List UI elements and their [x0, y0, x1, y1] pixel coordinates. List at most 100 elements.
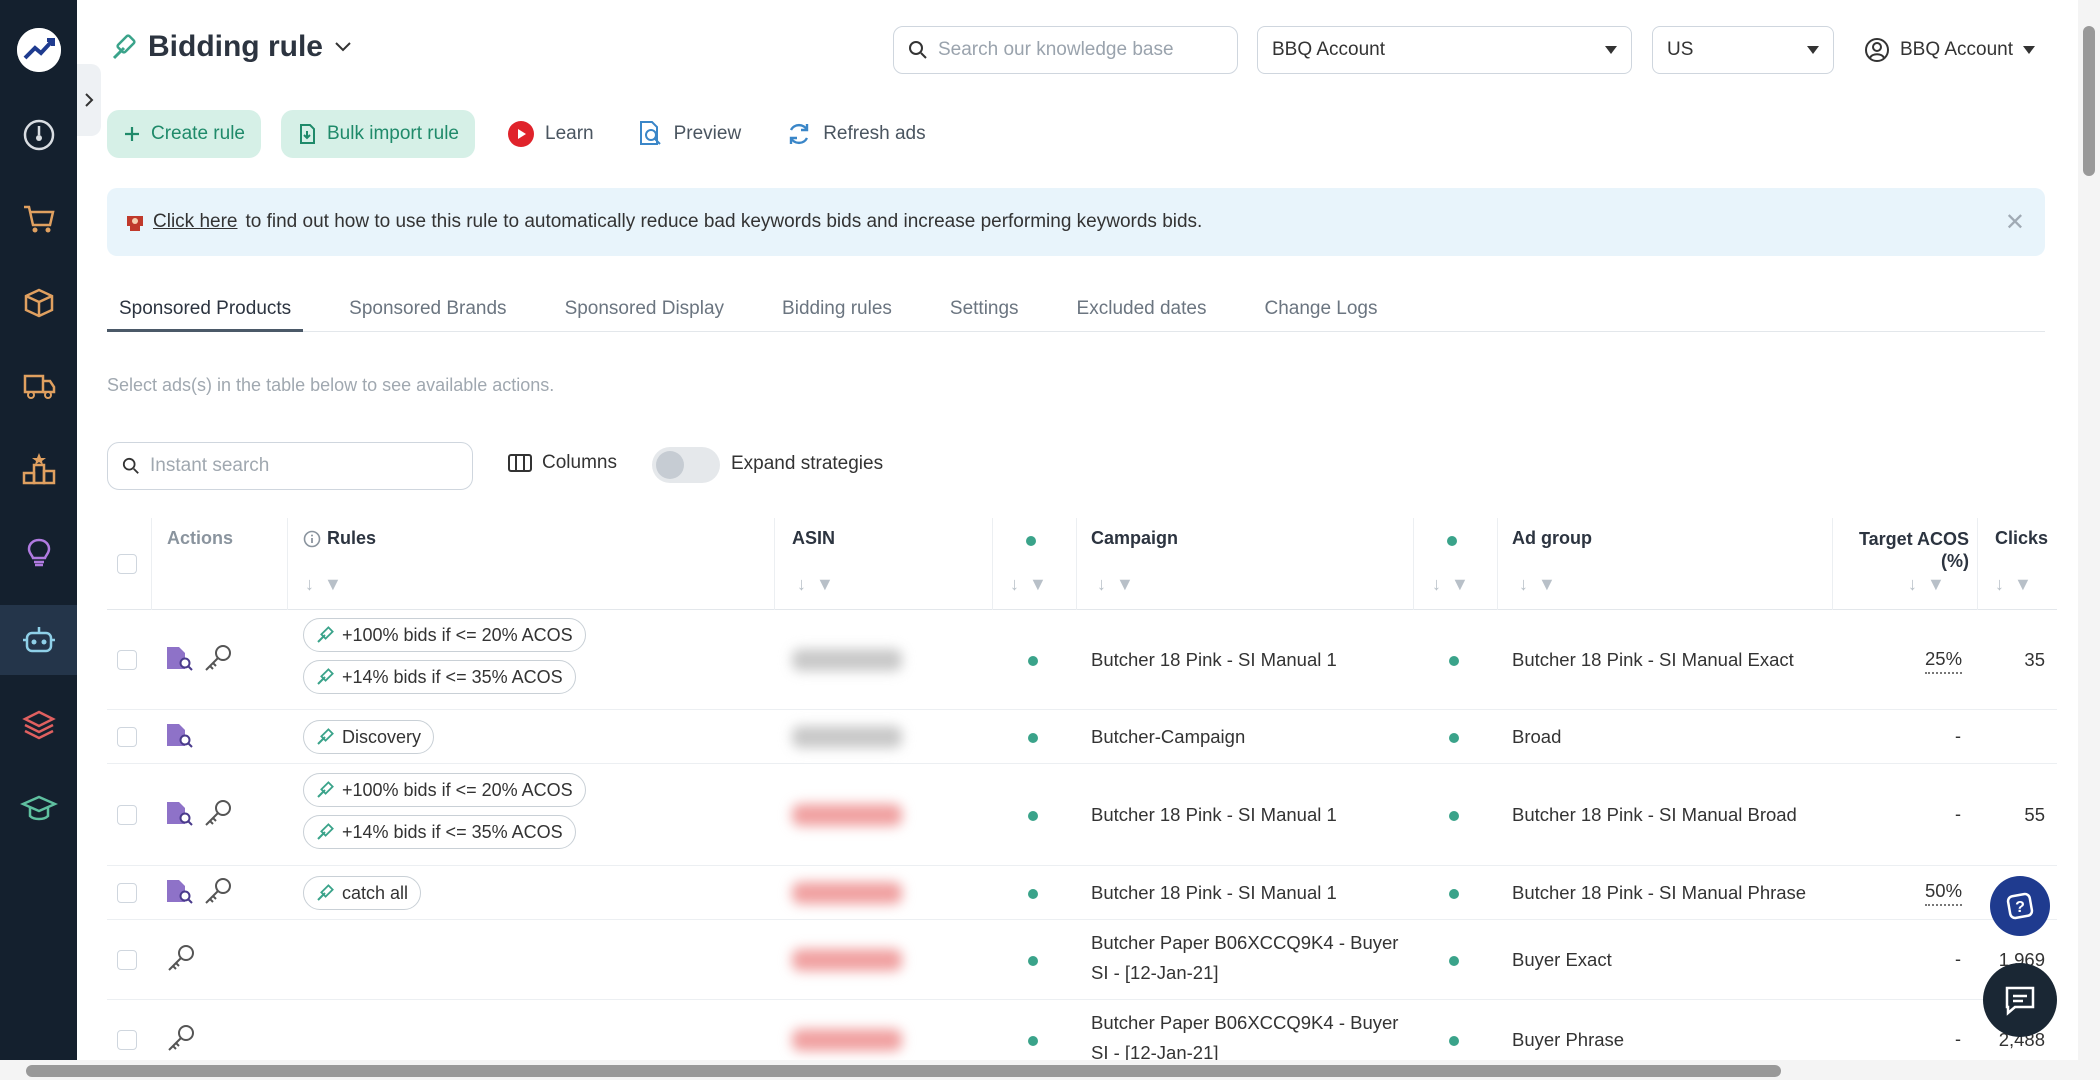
- row-checkbox[interactable]: [117, 727, 137, 747]
- campaign-name-line1[interactable]: Butcher Paper B06XCCQ9K4 - Buyer: [1091, 932, 1398, 954]
- target-acos-value[interactable]: 50%: [1925, 880, 1963, 906]
- sort-icon[interactable]: ↓: [1432, 574, 1441, 595]
- table-row[interactable]: +100% bids if <= 20% ACOS +14% bids if <…: [107, 610, 2057, 710]
- acos-sort-filter[interactable]: ↓ ▼: [1908, 574, 1945, 595]
- rule-pill[interactable]: Discovery: [303, 720, 435, 754]
- target-acos-value[interactable]: 25%: [1925, 648, 1963, 674]
- banner-link[interactable]: Click here: [153, 211, 237, 233]
- preview-button[interactable]: Preview: [626, 110, 754, 158]
- search-doc-icon[interactable]: [165, 800, 195, 828]
- cart-icon[interactable]: [0, 183, 77, 253]
- create-rule-button[interactable]: Create rule: [107, 110, 261, 158]
- layers-icon[interactable]: [0, 690, 77, 760]
- refresh-ads-button[interactable]: Refresh ads: [773, 110, 937, 158]
- help-button[interactable]: ?: [1990, 876, 2050, 936]
- truck-icon[interactable]: [0, 350, 77, 420]
- campaign-name[interactable]: Butcher 18 Pink - SI Manual 1: [1091, 649, 1337, 671]
- instant-search-input[interactable]: Instant search: [107, 442, 473, 490]
- rules-sort-filter[interactable]: ↓ ▼: [305, 574, 342, 595]
- ad-group-name[interactable]: Butcher 18 Pink - SI Manual Exact: [1512, 649, 1794, 671]
- tab-settings[interactable]: Settings: [938, 290, 1031, 332]
- ad-group-name[interactable]: Butcher 18 Pink - SI Manual Phrase: [1512, 882, 1806, 904]
- ad-group-name[interactable]: Broad: [1512, 726, 1561, 748]
- sort-icon[interactable]: ↓: [1010, 574, 1019, 595]
- rule-pill[interactable]: +14% bids if <= 35% ACOS: [303, 815, 576, 849]
- sort-icon[interactable]: ↓: [1995, 574, 2004, 595]
- header-campaign[interactable]: Campaign: [1091, 528, 1178, 549]
- key-icon[interactable]: [165, 942, 197, 974]
- adgroup-sort-filter[interactable]: ↓ ▼: [1519, 574, 1556, 595]
- key-icon[interactable]: [202, 797, 234, 829]
- rule-pill[interactable]: +14% bids if <= 35% ACOS: [303, 660, 576, 694]
- learn-button[interactable]: Learn: [495, 110, 606, 158]
- tab-bidding-rules[interactable]: Bidding rules: [770, 290, 904, 332]
- horizontal-scrollbar[interactable]: [0, 1060, 2100, 1080]
- header-ad-group[interactable]: Ad group: [1512, 528, 1592, 549]
- filter-icon[interactable]: ▼: [2014, 574, 2032, 595]
- clicks-sort-filter[interactable]: ↓ ▼: [1995, 574, 2032, 595]
- asin-sort-filter[interactable]: ↓ ▼: [797, 574, 834, 595]
- target-acos-value[interactable]: -: [1955, 726, 1961, 747]
- sort-icon[interactable]: ↓: [1908, 574, 1917, 595]
- header-clicks[interactable]: Clicks: [1995, 528, 2048, 549]
- campaign-name[interactable]: Butcher 18 Pink - SI Manual 1: [1091, 804, 1337, 826]
- table-row[interactable]: catch all Butcher 18 Pink - SI Manual 1 …: [107, 866, 2057, 920]
- bulk-import-rule-button[interactable]: Bulk import rule: [281, 110, 475, 158]
- table-row[interactable]: Discovery Butcher-Campaign Broad -: [107, 710, 2057, 764]
- header-asin[interactable]: ASIN: [792, 528, 835, 549]
- table-row[interactable]: +100% bids if <= 20% ACOS +14% bids if <…: [107, 764, 2057, 866]
- filter-icon[interactable]: ▼: [1029, 574, 1047, 595]
- page-title[interactable]: Bidding rule: [108, 30, 353, 64]
- filter-icon[interactable]: ▼: [1451, 574, 1469, 595]
- table-row[interactable]: Butcher Paper B06XCCQ9K4 - Buyer SI - [1…: [107, 920, 2057, 1000]
- filter-icon[interactable]: ▼: [1538, 574, 1556, 595]
- expand-strategies-toggle[interactable]: [652, 447, 720, 483]
- tab-sponsored-products[interactable]: Sponsored Products: [107, 290, 304, 332]
- status-sort-filter[interactable]: ↓ ▼: [1010, 574, 1047, 595]
- row-checkbox[interactable]: [117, 950, 137, 970]
- key-icon[interactable]: [202, 642, 234, 674]
- sidebar-toggle[interactable]: [77, 64, 101, 136]
- chat-button[interactable]: [1983, 963, 2057, 1037]
- dashboard-icon[interactable]: [0, 100, 77, 170]
- filter-icon[interactable]: ▼: [1927, 574, 1945, 595]
- key-icon[interactable]: [165, 1022, 197, 1054]
- user-account-menu[interactable]: BBQ Account: [1864, 26, 2036, 74]
- lightbulb-icon[interactable]: [0, 516, 77, 586]
- campaign-name[interactable]: Butcher 18 Pink - SI Manual 1: [1091, 882, 1337, 904]
- sort-icon[interactable]: ↓: [305, 574, 314, 595]
- app-logo[interactable]: [17, 28, 61, 72]
- rule-pill[interactable]: +100% bids if <= 20% ACOS: [303, 773, 586, 807]
- sort-icon[interactable]: ↓: [1097, 574, 1106, 595]
- target-acos-value[interactable]: -: [1955, 1029, 1961, 1050]
- campaign-sort-filter[interactable]: ↓ ▼: [1097, 574, 1134, 595]
- search-doc-icon[interactable]: [165, 645, 195, 673]
- row-checkbox[interactable]: [117, 1030, 137, 1050]
- search-doc-icon[interactable]: [165, 878, 195, 906]
- knowledge-base-search[interactable]: Search our knowledge base: [893, 26, 1238, 74]
- adgroup-status-sort-filter[interactable]: ↓ ▼: [1432, 574, 1469, 595]
- ad-group-name[interactable]: Buyer Phrase: [1512, 1029, 1624, 1051]
- row-checkbox[interactable]: [117, 805, 137, 825]
- sort-icon[interactable]: ↓: [797, 574, 806, 595]
- campaign-name[interactable]: Butcher-Campaign: [1091, 726, 1245, 748]
- scrollbar-thumb[interactable]: [2083, 26, 2095, 176]
- row-checkbox[interactable]: [117, 650, 137, 670]
- close-icon[interactable]: ✕: [2005, 208, 2025, 237]
- tab-sponsored-display[interactable]: Sponsored Display: [553, 290, 736, 332]
- ad-group-name[interactable]: Buyer Exact: [1512, 949, 1612, 971]
- filter-icon[interactable]: ▼: [1116, 574, 1134, 595]
- scrollbar-thumb[interactable]: [26, 1065, 1781, 1077]
- campaign-name-line1[interactable]: Butcher Paper B06XCCQ9K4 - Buyer: [1091, 1012, 1398, 1034]
- target-acos-value[interactable]: -: [1955, 804, 1961, 825]
- ad-group-name[interactable]: Butcher 18 Pink - SI Manual Broad: [1512, 804, 1797, 826]
- header-target-acos[interactable]: Target ACOS (%): [1837, 528, 1969, 572]
- rule-pill[interactable]: +100% bids if <= 20% ACOS: [303, 618, 586, 652]
- header-rules[interactable]: Rules: [303, 528, 376, 549]
- filter-icon[interactable]: ▼: [324, 574, 342, 595]
- graduation-cap-icon[interactable]: [0, 773, 77, 843]
- tab-sponsored-brands[interactable]: Sponsored Brands: [337, 290, 518, 332]
- sort-icon[interactable]: ↓: [1519, 574, 1528, 595]
- search-doc-icon[interactable]: [165, 722, 195, 750]
- tab-change-logs[interactable]: Change Logs: [1252, 290, 1389, 332]
